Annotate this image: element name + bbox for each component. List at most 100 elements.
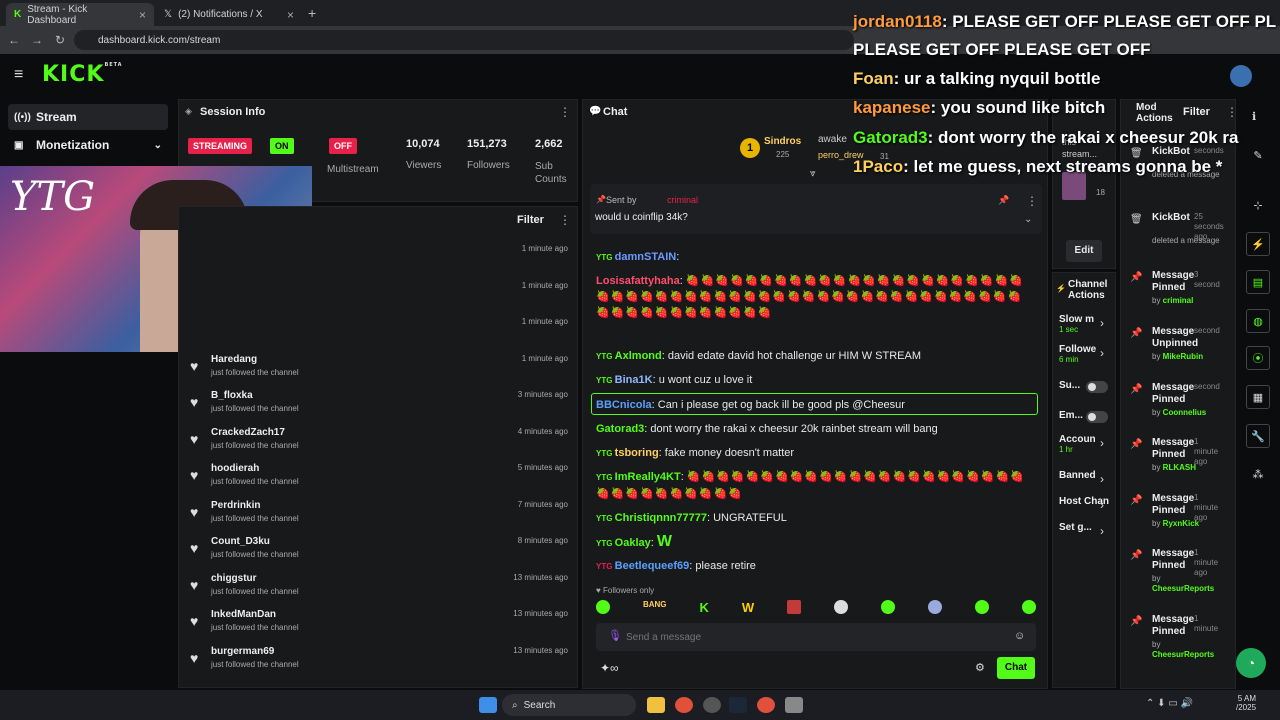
pinned-text: would u coinflip 34k? [595, 212, 688, 223]
help-chat-icon[interactable]: ◔ [1236, 648, 1266, 678]
steam-icon[interactable] [729, 697, 747, 713]
toggle-switch[interactable] [1086, 411, 1108, 423]
mod-filter-button[interactable]: Filter [1183, 106, 1210, 118]
follower-name[interactable]: InkedManDan [211, 609, 276, 620]
emote-icon[interactable]: BANG [643, 600, 667, 618]
back-icon[interactable]: ← [5, 31, 23, 49]
tray-icons[interactable]: ⌃ ⬇ ▭ 🔊 [1146, 698, 1193, 709]
activity-filter-button[interactable]: Filter [517, 214, 544, 226]
app-icon[interactable] [703, 697, 721, 713]
reload-icon[interactable]: ↻ [51, 31, 69, 49]
chat-input[interactable] [626, 628, 996, 646]
tab-notifications[interactable]: 𝕏 (2) Notifications / X × [156, 3, 302, 26]
unpin-icon[interactable]: 📌 [998, 195, 1009, 206]
follower-name[interactable]: B_floxka [211, 390, 253, 401]
event-time: 1 minute ago [521, 317, 568, 326]
chevron-down-icon[interactable]: ⌄ [1024, 214, 1032, 225]
more-options-icon[interactable]: ⋮ [1226, 105, 1238, 119]
lightning-icon[interactable]: ⚡ [1246, 232, 1270, 256]
follower-name[interactable]: chiggstur [211, 573, 257, 584]
info-icon[interactable]: ℹ [1252, 110, 1256, 123]
taskbar-search[interactable]: ⌕ Search [502, 694, 636, 716]
chat-bubble-icon[interactable]: ◍ [1246, 309, 1270, 333]
settings-icon[interactable] [785, 697, 803, 713]
emote-icon[interactable] [928, 600, 943, 614]
close-icon[interactable]: × [287, 8, 294, 22]
wrench-icon[interactable]: 🔧 [1246, 424, 1270, 448]
collapse-icon[interactable]: ⩔ [810, 168, 816, 179]
points-icon[interactable]: ✦∞ [600, 661, 619, 675]
nav-monetization[interactable]: ▣ Monetization ⌄ [8, 132, 168, 158]
tab-label: (2) Notifications / X [178, 9, 263, 20]
crosshair-icon[interactable]: ⊹ [1246, 193, 1270, 217]
event-description: just followed the channel [211, 659, 299, 669]
kick-logo[interactable]: KICKBETA [42, 62, 123, 87]
nav-stream[interactable]: ((•)) Stream [8, 104, 168, 130]
more-options-icon[interactable]: ⋮ [559, 105, 571, 119]
emote-bar: BANG K W [596, 600, 1036, 618]
mod-action-item: 📌 Message Pinned 1 minute ago by RyxnKick [1130, 493, 1226, 545]
file-explorer-icon[interactable] [647, 697, 665, 713]
more-options-icon[interactable]: ⋮ [1026, 194, 1038, 208]
emote-icon[interactable] [596, 600, 610, 614]
chevron-right-icon[interactable]: › [1100, 472, 1104, 486]
more-options-icon[interactable]: ⋮ [559, 213, 571, 227]
pencil-icon[interactable]: ✎ [1246, 143, 1270, 167]
chevron-right-icon[interactable]: › [1100, 346, 1104, 360]
multistream-off-badge[interactable]: OFF [329, 138, 357, 154]
emote-icon[interactable]: W [742, 600, 754, 618]
share-icon[interactable]: ⁂ [1246, 462, 1270, 486]
pin-icon: 📌 [1130, 550, 1143, 561]
emote-icon[interactable] [834, 600, 849, 614]
follower-name[interactable]: Haredang [211, 354, 257, 365]
event-time: 13 minutes ago [513, 609, 568, 618]
gear-icon[interactable]: ⚙ [975, 661, 985, 674]
chevron-down-icon: ⌄ [153, 139, 162, 151]
emote-icon[interactable] [1021, 600, 1036, 614]
chat-message: YTG ImReally4KT: 🍓🍓🍓🍓🍓🍓🍓🍓🍓🍓🍓🍓🍓🍓🍓🍓🍓🍓🍓🍓🍓🍓🍓… [596, 471, 1025, 500]
close-icon[interactable]: × [139, 8, 146, 22]
chat-message: Losisafattyhaha: 🍓🍓🍓🍓🍓🍓🍓🍓🍓🍓🍓🍓🍓🍓🍓🍓🍓🍓🍓🍓🍓🍓🍓… [596, 275, 1024, 319]
avatar[interactable] [1230, 65, 1252, 87]
on-badge[interactable]: ON [270, 138, 294, 154]
edit-button[interactable]: Edit [1066, 240, 1102, 262]
follower-name[interactable]: Count_D3ku [211, 536, 270, 547]
forward-icon[interactable]: → [28, 31, 46, 49]
chevron-right-icon[interactable]: › [1100, 524, 1104, 538]
emote-icon[interactable] [787, 600, 802, 614]
toggle-switch[interactable] [1086, 381, 1108, 393]
follower-name[interactable]: burgerman69 [211, 646, 274, 657]
follower-name[interactable]: hoodierah [211, 463, 259, 474]
follower-name[interactable]: Perdrinkin [211, 500, 260, 511]
chrome-icon[interactable] [675, 697, 693, 713]
follow-event: 1 minute ago [190, 244, 574, 278]
chevron-right-icon[interactable]: › [1100, 498, 1104, 512]
emote-icon[interactable] [881, 600, 896, 614]
broadcast-icon[interactable]: ⦿ [1246, 346, 1270, 370]
overlay-chat-line: kapanese: you sound like bitch [853, 98, 1106, 117]
emote-icon[interactable]: K [700, 600, 709, 618]
heart-icon: ♥ [596, 586, 603, 595]
viewers-label: Viewers [406, 160, 442, 171]
document-icon[interactable]: ▤ [1246, 270, 1270, 294]
chevron-right-icon[interactable]: › [1100, 436, 1104, 450]
actions-icon: ⚡ [1056, 284, 1066, 293]
chat-message: BBCnicola: Can i please get og back ill … [596, 399, 905, 411]
tab-kick-dashboard[interactable]: K Stream - Kick Dashboard × [6, 3, 154, 26]
url-input[interactable]: dashboard.kick.com/stream [74, 30, 854, 50]
emote-icon[interactable] [974, 600, 989, 614]
event-description: just followed the channel [211, 513, 299, 523]
viewers-value: 10,074 [406, 138, 440, 150]
layout-icon[interactable]: ▦ [1246, 385, 1270, 409]
follower-name[interactable]: CrackedZach17 [211, 427, 285, 438]
microphone-icon[interactable]: 🎙 [608, 629, 622, 642]
send-chat-button[interactable]: Chat [997, 657, 1035, 679]
windows-start-icon[interactable] [479, 697, 497, 713]
chat-title: Chat [603, 106, 628, 118]
emoji-icon[interactable]: ☺ [1014, 630, 1025, 642]
chevron-right-icon[interactable]: › [1100, 316, 1104, 330]
new-tab-icon[interactable]: + [308, 5, 316, 21]
chrome-icon[interactable] [757, 697, 775, 713]
ytg-logo: YTG [10, 174, 96, 220]
menu-icon[interactable]: ≡ [14, 66, 23, 84]
